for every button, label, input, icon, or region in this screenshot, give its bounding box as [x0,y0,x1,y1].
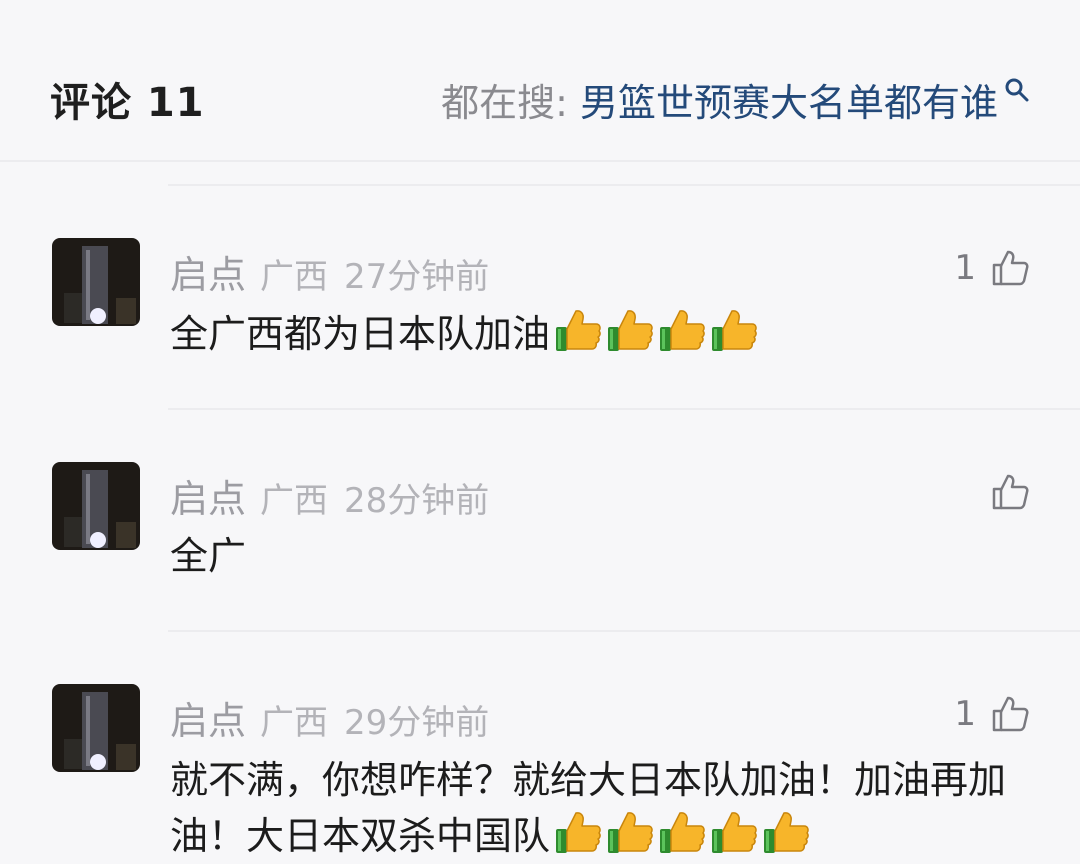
like-count: 1 [954,694,976,734]
thumbs-up-emoji [556,812,601,853]
commenter-name[interactable]: 启点 [170,699,246,743]
comment-text: 全广西都为日本队加油 [170,306,1040,362]
comment-body: 全广西都为日本队加油 [170,312,551,356]
comment-meta: 启点 广西 28分钟前 [170,468,489,523]
divider [168,408,1080,410]
comment-body: 全广 [170,534,247,578]
thumbs-up-emoji [660,310,705,351]
like-button[interactable] [976,472,1030,512]
thumbs-up-emoji [764,812,809,853]
divider [168,184,1080,186]
thumbs-up-emoji [608,812,653,853]
divider [168,630,1080,632]
commenter-name[interactable]: 启点 [170,477,246,521]
thumbs-up-emoji [608,310,653,351]
comment-meta: 启点 广西 27分钟前 [170,244,489,299]
comment-time: 28分钟前 [344,481,490,521]
search-hint-prefix: 都在搜: [441,81,568,125]
search-hint-query[interactable]: 男篮世预赛大名单都有谁 [580,72,998,127]
commenter-region: 广西 [260,703,329,743]
thumbs-up-emoji [712,310,757,351]
comment-time: 27分钟前 [344,257,490,297]
commenter-name[interactable]: 启点 [170,253,246,297]
like-button[interactable]: 1 [954,248,1030,288]
comment-meta: 启点 广西 29分钟前 [170,690,489,745]
comment-text: 全广 [170,528,1040,584]
avatar[interactable] [52,238,140,326]
avatar[interactable] [52,684,140,772]
search-icon[interactable] [1004,77,1030,103]
thumbs-up-icon[interactable] [990,694,1030,734]
comment-time: 29分钟前 [344,703,490,743]
thumbs-up-emoji [556,310,601,351]
thumbs-up-emoji [660,812,705,853]
thumbs-up-emoji [712,812,757,853]
comments-header: 评论 11 都在搜: 男篮世预赛大名单都有谁 [0,0,1080,162]
commenter-region: 广西 [260,481,329,521]
emoji-row [550,310,758,356]
search-hint[interactable]: 都在搜: 男篮世预赛大名单都有谁 [441,72,1030,127]
thumbs-up-icon[interactable] [990,248,1030,288]
thumbs-up-icon[interactable] [990,472,1030,512]
commenter-region: 广西 [260,257,329,297]
comment-text: 就不满，你想咋样？就给大日本队加油！加油再加油！大日本双杀中国队 [170,752,1040,864]
like-button[interactable]: 1 [954,694,1030,734]
comments-title: 评论 11 [50,80,205,126]
like-count: 1 [954,248,976,288]
avatar[interactable] [52,462,140,550]
emoji-row [550,812,810,858]
